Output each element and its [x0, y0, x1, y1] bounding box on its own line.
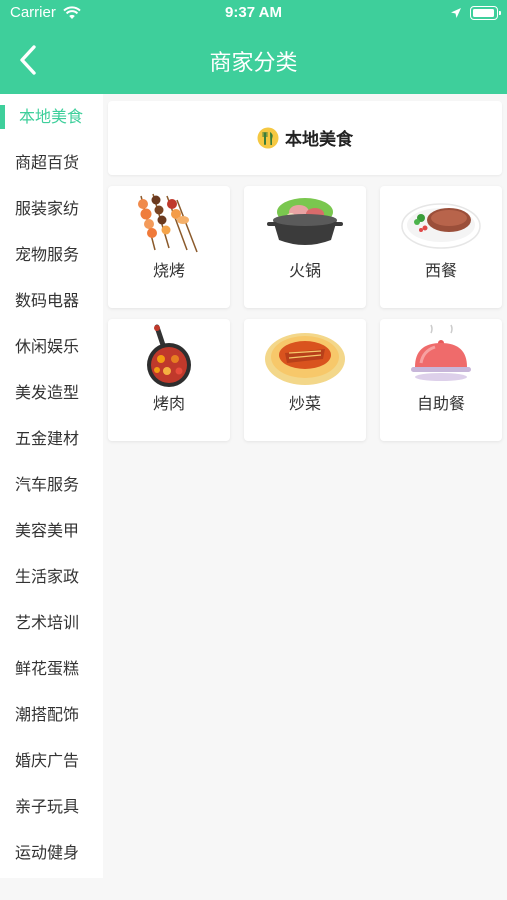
sidebar-item-art-training[interactable]: 艺术培训 — [0, 600, 103, 646]
sidebar-item-pet-services[interactable]: 宠物服务 — [0, 232, 103, 278]
page-title: 商家分类 — [209, 51, 298, 76]
nav-header: Carrier 9:37 AM 商家分类 — [0, 0, 507, 94]
tile-label: 烤肉 — [152, 394, 185, 413]
sidebar-item-wedding-ads[interactable]: 婚庆广告 — [0, 738, 103, 784]
category-tile-buffet[interactable]: 自助餐 — [380, 319, 502, 441]
hotpot-icon — [267, 198, 343, 245]
tile-label: 火锅 — [288, 261, 321, 280]
category-tile-western[interactable]: 西餐 — [380, 186, 502, 308]
sidebar-item-beauty[interactable]: 美容美甲 — [0, 508, 103, 554]
sidebar-item-kids-toys[interactable]: 亲子玩具 — [0, 784, 103, 830]
category-tile-bbq[interactable]: 烧烤 — [108, 186, 230, 308]
battery-icon — [470, 6, 501, 20]
sidebar-item-hardware[interactable]: 五金建材 — [0, 416, 103, 462]
tile-label: 自助餐 — [416, 394, 465, 413]
sidebar-item-fitness[interactable]: 运动健身 — [0, 830, 103, 876]
skewers-icon — [138, 193, 198, 253]
sidebar-item-entertainment[interactable]: 休闲娱乐 — [0, 324, 103, 370]
category-sidebar: 本地美食 商超百货 服装家纺 宠物服务 数码电器 休闲娱乐 美发造型 五金建材 … — [0, 94, 103, 878]
sidebar-item-electronics[interactable]: 数码电器 — [0, 278, 103, 324]
sidebar-item-clothing[interactable]: 服装家纺 — [0, 186, 103, 232]
sidebar-item-hair[interactable]: 美发造型 — [0, 370, 103, 416]
utensils-icon — [257, 127, 279, 149]
category-tile-hotpot[interactable]: 火锅 — [244, 186, 366, 308]
category-tile-grilled-meat[interactable]: 烤肉 — [108, 319, 230, 441]
steak-icon — [401, 203, 481, 249]
category-title: 本地美食 — [285, 130, 353, 150]
status-time: 9:37 AM — [225, 4, 282, 21]
tile-label: 西餐 — [424, 261, 457, 280]
category-header: 本地美食 — [108, 101, 502, 175]
category-tile-stir-fry[interactable]: 炒菜 — [244, 319, 366, 441]
grill-pan-icon — [147, 324, 191, 387]
sidebar-item-housekeeping[interactable]: 生活家政 — [0, 554, 103, 600]
cloche-icon — [411, 324, 471, 381]
sidebar-item-supermarket[interactable]: 商超百货 — [0, 140, 103, 186]
sidebar-item-auto[interactable]: 汽车服务 — [0, 462, 103, 508]
status-bar: Carrier 9:37 AM — [0, 0, 507, 28]
tile-label: 烧烤 — [152, 261, 185, 280]
sidebar-item-accessories[interactable]: 潮搭配饰 — [0, 692, 103, 738]
tile-label: 炒菜 — [288, 394, 321, 413]
location-arrow-icon — [451, 8, 461, 18]
sidebar-item-flowers-cakes[interactable]: 鲜花蛋糕 — [0, 646, 103, 692]
stir-fry-icon — [265, 333, 345, 385]
sidebar-item-local-food[interactable]: 本地美食 — [0, 94, 103, 140]
